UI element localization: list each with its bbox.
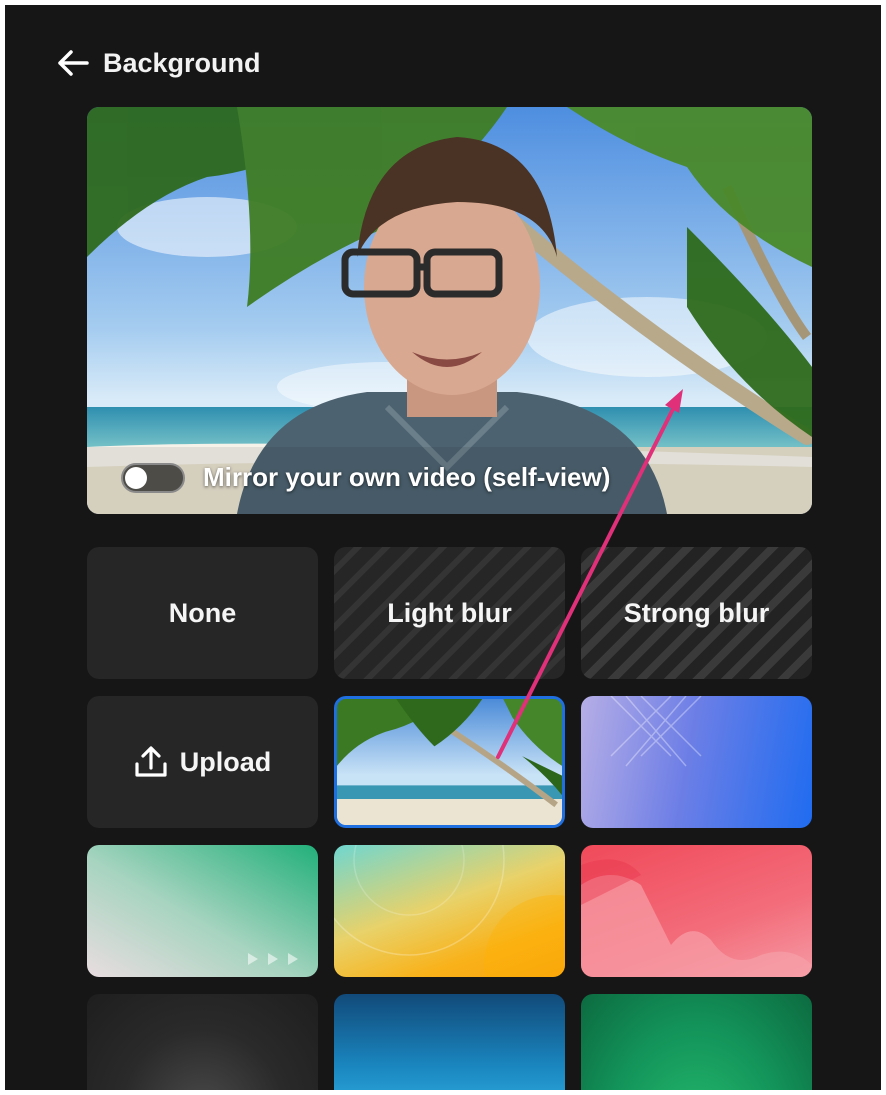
option-dark-gray-gradient[interactable] — [87, 994, 318, 1090]
page-title: Background — [103, 47, 261, 78]
waves-overlay — [581, 859, 812, 977]
mirror-label: Mirror your own video (self-view) — [203, 462, 611, 492]
option-tropical-beach[interactable] — [334, 696, 565, 828]
arrow-left-icon — [58, 50, 89, 76]
circle-overlay — [334, 845, 565, 977]
back-button[interactable] — [55, 45, 91, 81]
option-green-gradient[interactable] — [87, 845, 318, 977]
option-strong-blur-label: Strong blur — [623, 597, 770, 628]
mirror-toggle[interactable] — [121, 462, 185, 493]
upload-content: Upload — [134, 746, 272, 778]
option-light-blur[interactable]: Light blur — [334, 547, 565, 679]
option-none[interactable]: None — [87, 547, 318, 679]
option-upload-label: Upload — [179, 746, 272, 777]
option-blue-purple-gradient[interactable] — [581, 696, 812, 828]
background-settings-panel: Background Mirror your own video (self-v… — [5, 5, 881, 1090]
option-blue-gradient[interactable] — [334, 994, 565, 1090]
header: Background — [55, 43, 261, 83]
option-pink-red-waves[interactable] — [581, 845, 812, 977]
mirror-toggle-row: Mirror your own video (self-view) — [121, 462, 610, 493]
option-light-blur-label: Light blur — [387, 597, 512, 628]
play-arrows-icon — [248, 953, 298, 965]
option-strong-blur[interactable]: Strong blur — [581, 547, 812, 679]
option-upload[interactable]: Upload — [87, 696, 318, 828]
option-teal-yellow-gradient[interactable] — [334, 845, 565, 977]
beach-preview-image — [87, 107, 812, 514]
beach-thumbnail — [337, 699, 562, 825]
option-green-dark-gradient[interactable] — [581, 994, 812, 1090]
pattern-overlay — [610, 696, 702, 767]
video-preview: Mirror your own video (self-view) — [87, 107, 812, 514]
toggle-knob — [125, 466, 147, 489]
option-none-label: None — [168, 597, 237, 628]
upload-icon — [135, 746, 167, 777]
